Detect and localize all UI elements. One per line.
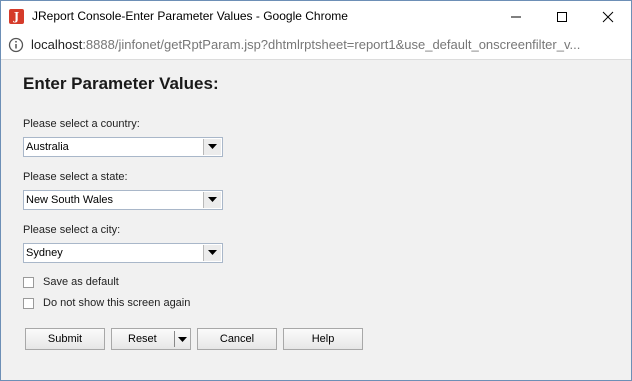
chevron-down-icon[interactable] xyxy=(178,337,187,343)
state-label: Please select a state: xyxy=(23,171,128,183)
close-icon xyxy=(602,11,614,23)
parameter-form: Enter Parameter Values: Please select a … xyxy=(1,60,631,380)
country-dropdown-button[interactable] xyxy=(203,139,221,155)
state-dropdown-button[interactable] xyxy=(203,192,221,208)
info-icon[interactable] xyxy=(8,37,24,53)
jreport-app-icon: J xyxy=(9,9,24,24)
country-value: Australia xyxy=(26,141,69,153)
window-title: JReport Console-Enter Parameter Values -… xyxy=(32,9,348,23)
chevron-down-icon xyxy=(208,197,217,202)
state-select[interactable]: New South Wales xyxy=(23,190,223,210)
title-bar[interactable]: J JReport Console-Enter Parameter Values… xyxy=(1,1,631,33)
save-default-label[interactable]: Save as default xyxy=(43,276,119,288)
close-button[interactable] xyxy=(585,1,631,33)
submit-button[interactable]: Submit xyxy=(25,328,105,350)
chevron-down-icon xyxy=(208,250,217,255)
city-select[interactable]: Sydney xyxy=(23,243,223,263)
city-value: Sydney xyxy=(26,247,63,259)
url-host: localhost xyxy=(31,37,83,52)
city-dropdown-button[interactable] xyxy=(203,245,221,261)
address-bar[interactable]: localhost:8888/jinfonet/getRptParam.jsp?… xyxy=(1,33,631,60)
dont-show-checkbox[interactable] xyxy=(23,298,34,309)
browser-window: J JReport Console-Enter Parameter Values… xyxy=(0,0,632,381)
country-label: Please select a country: xyxy=(23,118,140,130)
dont-show-label[interactable]: Do not show this screen again xyxy=(43,297,190,309)
save-default-checkbox[interactable] xyxy=(23,277,34,288)
minimize-button[interactable] xyxy=(493,1,539,33)
url-text[interactable]: localhost:8888/jinfonet/getRptParam.jsp?… xyxy=(31,37,627,52)
maximize-button[interactable] xyxy=(539,1,585,33)
state-value: New South Wales xyxy=(26,194,114,206)
cancel-button[interactable]: Cancel xyxy=(197,328,277,350)
chevron-down-icon xyxy=(208,144,217,149)
help-button[interactable]: Help xyxy=(283,328,363,350)
reset-button[interactable]: Reset xyxy=(111,328,191,350)
minimize-icon xyxy=(511,16,521,18)
country-select[interactable]: Australia xyxy=(23,137,223,157)
url-path: :8888/jinfonet/getRptParam.jsp?dhtmlrpts… xyxy=(82,37,581,52)
city-label: Please select a city: xyxy=(23,224,121,236)
maximize-icon xyxy=(557,12,567,22)
reset-split-divider xyxy=(174,331,175,347)
page-title: Enter Parameter Values: xyxy=(23,74,219,93)
reset-label: Reset xyxy=(128,333,157,345)
